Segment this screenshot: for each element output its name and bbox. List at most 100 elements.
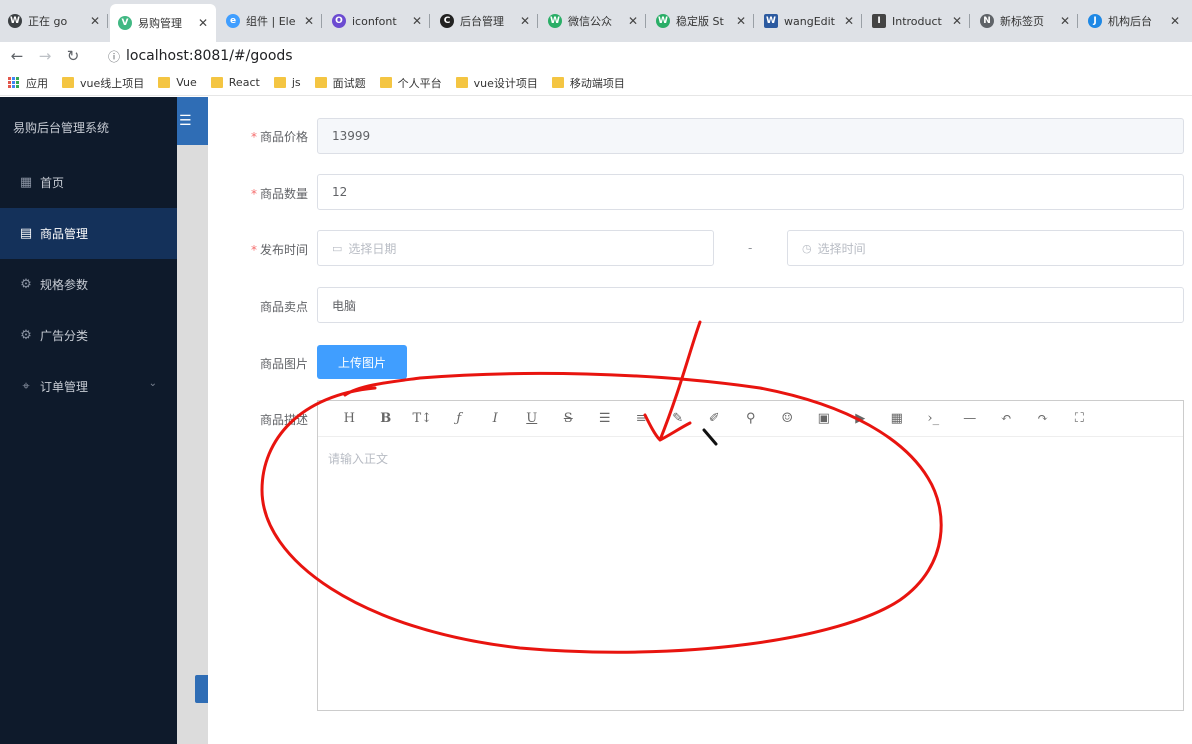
- wechat-favicon-icon: W: [656, 14, 670, 28]
- line-height-icon[interactable]: ≡: [623, 411, 660, 426]
- header-collapse-toggle[interactable]: ☰: [177, 97, 208, 145]
- sidebar-item-label: 商品管理: [40, 227, 89, 241]
- font-family-icon[interactable]: ƒ: [441, 411, 478, 426]
- price-input[interactable]: 13999: [317, 118, 1184, 154]
- sidebar-item-label: 首页: [40, 176, 65, 190]
- divider-icon[interactable]: —: [952, 411, 989, 426]
- bookmark-folder[interactable]: React: [210, 76, 260, 89]
- selling-point-input[interactable]: 电脑: [317, 287, 1184, 323]
- bookmark-folder[interactable]: vue线上项目: [62, 75, 144, 91]
- tab-close-icon[interactable]: ✕: [304, 14, 314, 28]
- browser-tab[interactable]: W 正在 go ✕: [0, 6, 108, 36]
- tab-close-icon[interactable]: ✕: [952, 14, 962, 28]
- sidebar-item-goods[interactable]: ▤ 商品管理: [0, 208, 177, 259]
- location-icon: ⌖: [22, 379, 30, 394]
- url-field[interactable]: localhost:8081/#/goods: [126, 48, 293, 64]
- reload-icon[interactable]: ↻: [62, 45, 84, 67]
- redo-icon[interactable]: ↷: [1025, 411, 1062, 426]
- strikethrough-icon[interactable]: S: [550, 411, 587, 426]
- publish-time-label: * 发布时间: [250, 243, 308, 257]
- chevron-down-icon: ⌄: [148, 378, 157, 389]
- bold-icon[interactable]: B: [368, 411, 405, 426]
- bookmark-folder[interactable]: vue设计项目: [455, 75, 538, 91]
- page-backdrop: ☰: [177, 97, 208, 744]
- browser-tab[interactable]: W wangEdit ✕: [756, 6, 862, 36]
- editor-content[interactable]: 请输入正文: [318, 437, 1183, 480]
- browser-tab-active[interactable]: V 易购管理 ✕: [110, 4, 216, 42]
- tab-favicon-icon: W: [764, 14, 778, 28]
- tab-close-icon[interactable]: ✕: [844, 14, 854, 28]
- indent-icon[interactable]: ☰: [587, 411, 624, 426]
- heading-icon[interactable]: H: [331, 411, 368, 426]
- italic-icon[interactable]: I: [477, 411, 514, 426]
- browser-tab[interactable]: W 微信公众 ✕: [540, 6, 646, 36]
- browser-tab[interactable]: I Introduct ✕: [864, 6, 970, 36]
- tab-close-icon[interactable]: ✕: [90, 14, 100, 28]
- tab-label: 组件 | Ele: [246, 15, 296, 28]
- forward-icon[interactable]: →: [34, 45, 56, 67]
- browser-tab[interactable]: C 后台管理 ✕: [432, 6, 538, 36]
- upload-image-button[interactable]: 上传图片: [317, 345, 407, 379]
- browser-tab[interactable]: W 稳定版 St ✕: [648, 6, 754, 36]
- info-icon[interactable]: ⓘ: [108, 48, 120, 65]
- bookmark-folder[interactable]: js: [273, 76, 301, 89]
- emoticon-icon[interactable]: ☺: [769, 411, 806, 426]
- browser-tab[interactable]: O iconfont ✕: [324, 6, 430, 36]
- folder-icon: [455, 77, 468, 88]
- bookmark-label: vue线上项目: [80, 76, 145, 90]
- selling-point-value: 电脑: [332, 298, 357, 313]
- back-icon[interactable]: ←: [6, 45, 28, 67]
- tab-close-icon[interactable]: ✕: [628, 14, 638, 28]
- browser-tab[interactable]: e 组件 | Ele ✕: [218, 6, 322, 36]
- bookmark-folder[interactable]: 个人平台: [379, 75, 442, 91]
- font-color-icon[interactable]: ✎: [660, 411, 697, 426]
- tab-label: wangEdit: [784, 14, 835, 28]
- date-picker[interactable]: ▭ 选择日期: [317, 230, 714, 266]
- tab-label: 稳定版 St: [676, 15, 724, 28]
- price-value: 13999: [332, 129, 371, 143]
- fullscreen-icon[interactable]: ⛶: [1061, 411, 1098, 426]
- bookmark-apps[interactable]: 应用: [8, 75, 48, 91]
- code-icon[interactable]: ›_: [915, 411, 952, 426]
- table-icon[interactable]: ▦: [879, 411, 916, 426]
- tab-label: iconfont: [352, 14, 397, 28]
- video-icon[interactable]: ▶: [842, 411, 879, 426]
- date-placeholder: 选择日期: [348, 241, 397, 256]
- tab-favicon-icon: e: [226, 14, 240, 28]
- sidebar-item-ads[interactable]: ⚙ 广告分类: [0, 310, 177, 361]
- tab-favicon-icon: C: [440, 14, 454, 28]
- background-color-icon[interactable]: ✐: [696, 411, 733, 426]
- rich-text-editor: H B T↕ ƒ I U S ☰ ≡ ✎ ✐ ⚲ ☺ ▣ ▶ ▦ ›_ — ↶ …: [317, 400, 1184, 711]
- tab-close-icon[interactable]: ✕: [412, 14, 422, 28]
- image-label: 商品图片: [259, 357, 308, 371]
- browser-tab[interactable]: N 新标签页 ✕: [972, 6, 1078, 36]
- tab-close-icon[interactable]: ✕: [736, 14, 746, 28]
- tab-close-icon[interactable]: ✕: [1060, 14, 1070, 28]
- sidebar-item-orders[interactable]: ⌖ 订单管理 ⌄: [0, 361, 177, 412]
- link-icon[interactable]: ⚲: [733, 411, 770, 426]
- bookmark-label: Vue: [176, 76, 197, 89]
- image-icon[interactable]: ▣: [806, 411, 843, 426]
- bookmark-folder[interactable]: 面试题: [314, 75, 366, 91]
- clock-icon: ◷: [802, 241, 812, 255]
- tab-close-icon[interactable]: ✕: [1170, 14, 1180, 28]
- bookmark-folder[interactable]: 移动端项目: [551, 75, 625, 91]
- underline-icon[interactable]: U: [514, 411, 551, 426]
- sidebar-item-specs[interactable]: ⚙ 规格参数: [0, 259, 177, 310]
- browser-tab[interactable]: J 机构后台 ✕: [1080, 6, 1188, 36]
- tab-label: 易购管理: [138, 17, 182, 30]
- tab-close-icon[interactable]: ✕: [198, 16, 208, 30]
- sidebar-item-home[interactable]: ▦ 首页: [0, 157, 177, 208]
- bookmark-label: 移动端项目: [569, 76, 625, 90]
- tab-close-icon[interactable]: ✕: [520, 14, 530, 28]
- undo-icon[interactable]: ↶: [988, 411, 1025, 426]
- sidebar: 易购后台管理系统 ▦ 首页 ▤ 商品管理 ⚙ 规格参数 ⚙ 广告分类 ⌖ 订单管…: [0, 97, 177, 744]
- bookmark-folder[interactable]: Vue: [158, 76, 197, 89]
- time-picker[interactable]: ◷ 选择时间: [787, 230, 1184, 266]
- quantity-input[interactable]: 12: [317, 174, 1184, 210]
- folder-icon: [314, 77, 327, 88]
- tab-favicon-icon: J: [1088, 14, 1102, 28]
- tab-favicon-icon: O: [332, 14, 346, 28]
- font-size-icon[interactable]: T↕: [404, 411, 441, 426]
- settings-icon: ⚙: [20, 328, 32, 343]
